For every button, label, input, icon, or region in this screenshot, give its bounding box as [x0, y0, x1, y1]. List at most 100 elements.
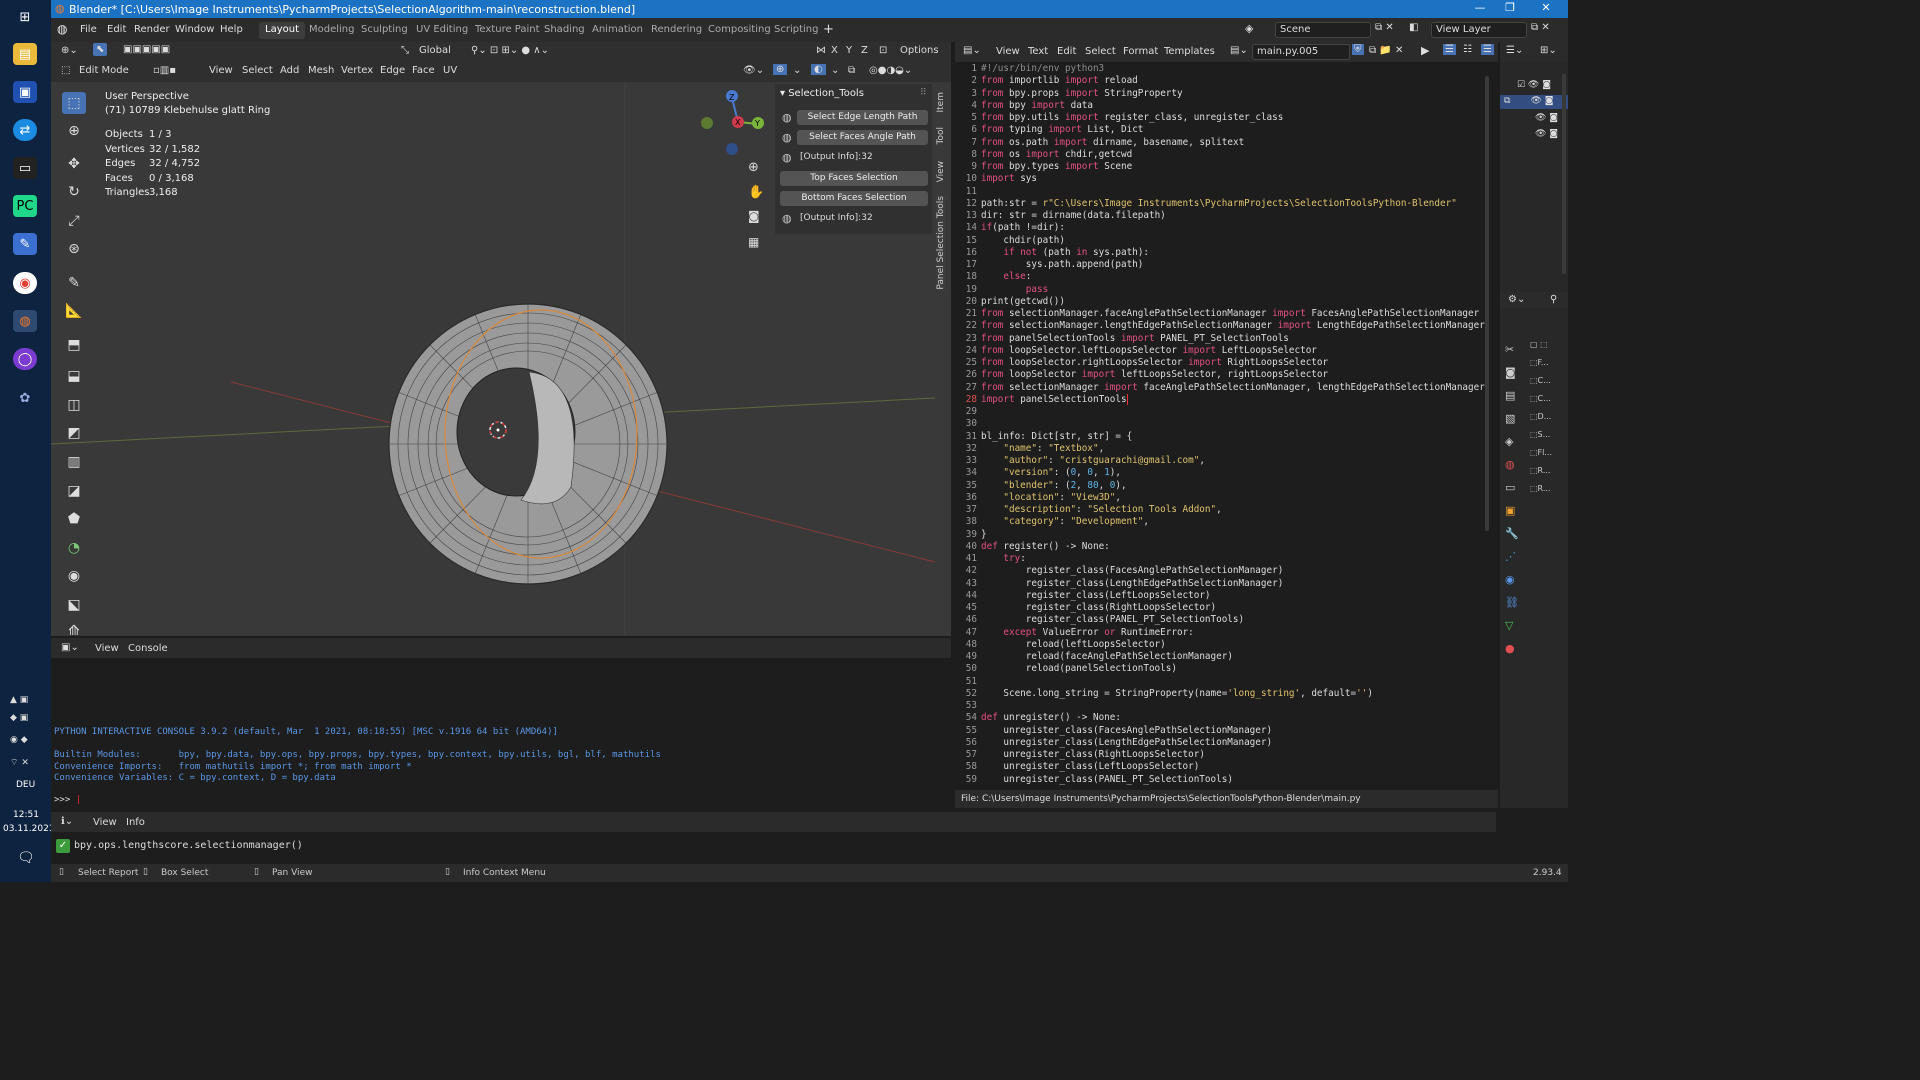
- code-line[interactable]: 43 register_class(LengthEdgePathSelectio…: [955, 578, 1284, 590]
- code-line[interactable]: 10 import sys: [955, 173, 1037, 185]
- axis-z-toggle[interactable]: Z: [861, 45, 868, 56]
- code-line[interactable]: 28 import panelSelectionTools: [955, 393, 1128, 406]
- loop-cut-tool-icon[interactable]: ▥: [62, 451, 86, 473]
- code-line[interactable]: 33 "author": "cristguarachi@gmail.com",: [955, 455, 1205, 467]
- collapse-icon[interactable]: ▾: [780, 88, 788, 99]
- editor-type-icon[interactable]: ⊕⌄: [61, 45, 78, 56]
- vp-menu-add[interactable]: Add: [280, 65, 299, 76]
- code-line[interactable]: 34 "version": (0, 0, 1),: [955, 467, 1121, 479]
- sidebar-tab-tool[interactable]: Tool: [936, 127, 946, 144]
- code-line[interactable]: 41 try:: [955, 553, 1026, 565]
- search-icon[interactable]: ⚲: [1550, 294, 1557, 305]
- annotate-tool-icon[interactable]: ✎: [62, 272, 86, 294]
- code-line[interactable]: 25 from loopSelector.rightLoopsSelector i…: [955, 357, 1328, 369]
- overlay-toggle-icon[interactable]: ◐: [811, 64, 826, 75]
- code-line[interactable]: 26 from loopSelector import leftLoopsSele…: [955, 369, 1328, 381]
- code-line[interactable]: 42 register_class(FacesAnglePathSelectio…: [955, 565, 1284, 577]
- word-wrap-toggle-icon[interactable]: ☷: [1463, 44, 1472, 55]
- vp-menu-vertex[interactable]: Vertex: [341, 65, 373, 76]
- text-filename-field[interactable]: main.py.005: [1252, 44, 1350, 60]
- save-app-icon[interactable]: ▣: [13, 81, 37, 103]
- te-menu-templates[interactable]: Templates: [1164, 46, 1215, 57]
- console-prompt[interactable]: >>> |: [54, 795, 81, 805]
- tray-icons-3[interactable]: ◉ ◆: [10, 735, 28, 745]
- code-line[interactable]: 9 from bpy.types import Scene: [955, 161, 1132, 173]
- axis-y-toggle[interactable]: Y: [846, 45, 852, 56]
- add-workspace-icon[interactable]: +: [823, 22, 834, 37]
- smooth-tool-icon[interactable]: ◉: [62, 565, 86, 587]
- visibility-icon[interactable]: 👁⌄: [743, 65, 764, 76]
- code-line[interactable]: 6 from typing import List, Dict: [955, 124, 1143, 136]
- text-editor[interactable]: 1 #!/usr/bin/env python3 2 from importlib i…: [955, 62, 1498, 790]
- bevel-tool-icon[interactable]: ◩: [62, 422, 86, 444]
- code-line[interactable]: 44 register_class(LeftLoopsSelector): [955, 590, 1211, 602]
- select-faces-angle-path-button[interactable]: Select Faces Angle Path: [797, 130, 928, 145]
- clock-time[interactable]: 12:51: [13, 810, 39, 820]
- rotate-tool-icon[interactable]: ↻: [62, 181, 86, 203]
- code-line[interactable]: 56 unregister_class(LengthEdgePathSelect…: [955, 737, 1272, 749]
- paint-app-icon[interactable]: ✿: [13, 387, 37, 409]
- console-menu-console[interactable]: Console: [128, 643, 168, 654]
- fake-user-icon[interactable]: ⛨: [1352, 44, 1364, 55]
- select-mode-buttons[interactable]: ▫▥▪: [153, 65, 176, 76]
- tab-uv-editing[interactable]: UV Editing: [410, 22, 474, 39]
- measure-tool-icon[interactable]: 📐: [62, 300, 86, 322]
- vp-menu-select[interactable]: Select: [242, 65, 273, 76]
- tab-rendering[interactable]: Rendering: [645, 22, 708, 39]
- tab-texture-paint[interactable]: Texture Paint: [469, 22, 546, 39]
- sidebar-tab-view[interactable]: View: [936, 161, 946, 182]
- text-file-icon[interactable]: ▤⌄: [1230, 45, 1248, 56]
- code-line[interactable]: 21 from selectionManager.faceAnglePathSel…: [955, 308, 1479, 320]
- tray-icons[interactable]: ▲ ▣: [10, 695, 28, 705]
- vp-menu-face[interactable]: Face: [412, 65, 435, 76]
- vp-menu-mesh[interactable]: Mesh: [308, 65, 334, 76]
- zoom-icon[interactable]: ⊕: [748, 160, 759, 175]
- code-line[interactable]: 1 #!/usr/bin/env python3: [955, 63, 1104, 75]
- tab-shading[interactable]: Shading: [538, 22, 591, 39]
- close-button[interactable]: ✕: [1531, 1, 1561, 14]
- text-scrollbar[interactable]: [1485, 76, 1489, 531]
- axis-x-toggle[interactable]: X: [831, 45, 838, 56]
- auto-merge-icon[interactable]: ⊡: [879, 45, 887, 56]
- line-numbers-toggle-icon[interactable]: ☰: [1443, 44, 1456, 55]
- sidebar-tab-panel-selection-tools[interactable]: Panel Selection Tools: [936, 196, 946, 290]
- mirror-icon[interactable]: ⋈: [816, 45, 826, 56]
- vp-menu-uv[interactable]: UV: [443, 65, 457, 76]
- run-script-icon[interactable]: ▶: [1421, 44, 1429, 57]
- camera-icon[interactable]: ◙: [748, 209, 760, 223]
- drag-handle-icon[interactable]: ⠿: [920, 88, 927, 98]
- filter-icon[interactable]: ⊞⌄: [1540, 45, 1557, 56]
- new-scene-icon[interactable]: ⧉ ✕: [1375, 22, 1394, 33]
- code-line[interactable]: 39}: [955, 529, 987, 541]
- terminal-icon[interactable]: ▭: [13, 157, 37, 179]
- teamviewer-icon[interactable]: ⇄: [13, 119, 37, 141]
- xray-icon[interactable]: ⧉: [848, 65, 855, 76]
- code-line[interactable]: 58 unregister_class(LeftLoopsSelector): [955, 761, 1200, 773]
- code-line[interactable]: 17 sys.path.append(path): [955, 259, 1144, 271]
- code-line[interactable]: 19 pass: [955, 284, 1048, 296]
- tray-icons-2[interactable]: ◆ ▣: [10, 713, 28, 723]
- tab-animation[interactable]: Animation: [586, 22, 649, 39]
- code-line[interactable]: 11: [955, 186, 981, 198]
- pan-hand-icon[interactable]: ✋: [748, 185, 764, 200]
- spin-tool-icon[interactable]: ◔: [62, 537, 86, 559]
- blender-menu-icon[interactable]: ◍: [57, 22, 67, 36]
- code-line[interactable]: 29: [955, 406, 981, 418]
- code-line[interactable]: 40 def register() -> None:: [955, 541, 1110, 553]
- tab-scripting[interactable]: Scripting: [768, 22, 824, 39]
- gizmo-toggle-icon[interactable]: ⊕: [773, 64, 788, 75]
- poly-build-tool-icon[interactable]: ⬟: [62, 508, 86, 530]
- code-line[interactable]: 12 path:str = r"C:\Users\Image Instrument…: [955, 198, 1457, 210]
- info-menu-info[interactable]: Info: [126, 817, 145, 828]
- pycharm-icon[interactable]: PC: [13, 195, 37, 217]
- console-type-icon[interactable]: ▣⌄: [61, 642, 79, 653]
- top-faces-selection-button[interactable]: Top Faces Selection: [780, 171, 928, 186]
- te-menu-view[interactable]: View: [996, 46, 1020, 57]
- snapping-icons[interactable]: ⚲⌄ ⊡ ⊞⌄ ● ∧⌄: [471, 45, 549, 56]
- code-line[interactable]: 48 reload(leftLoopsSelector): [955, 639, 1166, 651]
- edge-slide-tool-icon[interactable]: ⬕: [62, 594, 86, 616]
- transform-orientation-icon[interactable]: ⤡: [401, 45, 409, 56]
- code-line[interactable]: 54 def unregister() -> None:: [955, 712, 1121, 724]
- code-line[interactable]: 3 from bpy.props import StringProperty: [955, 88, 1182, 100]
- code-line[interactable]: 46 register_class(PANEL_PT_SelectionTool…: [955, 614, 1244, 626]
